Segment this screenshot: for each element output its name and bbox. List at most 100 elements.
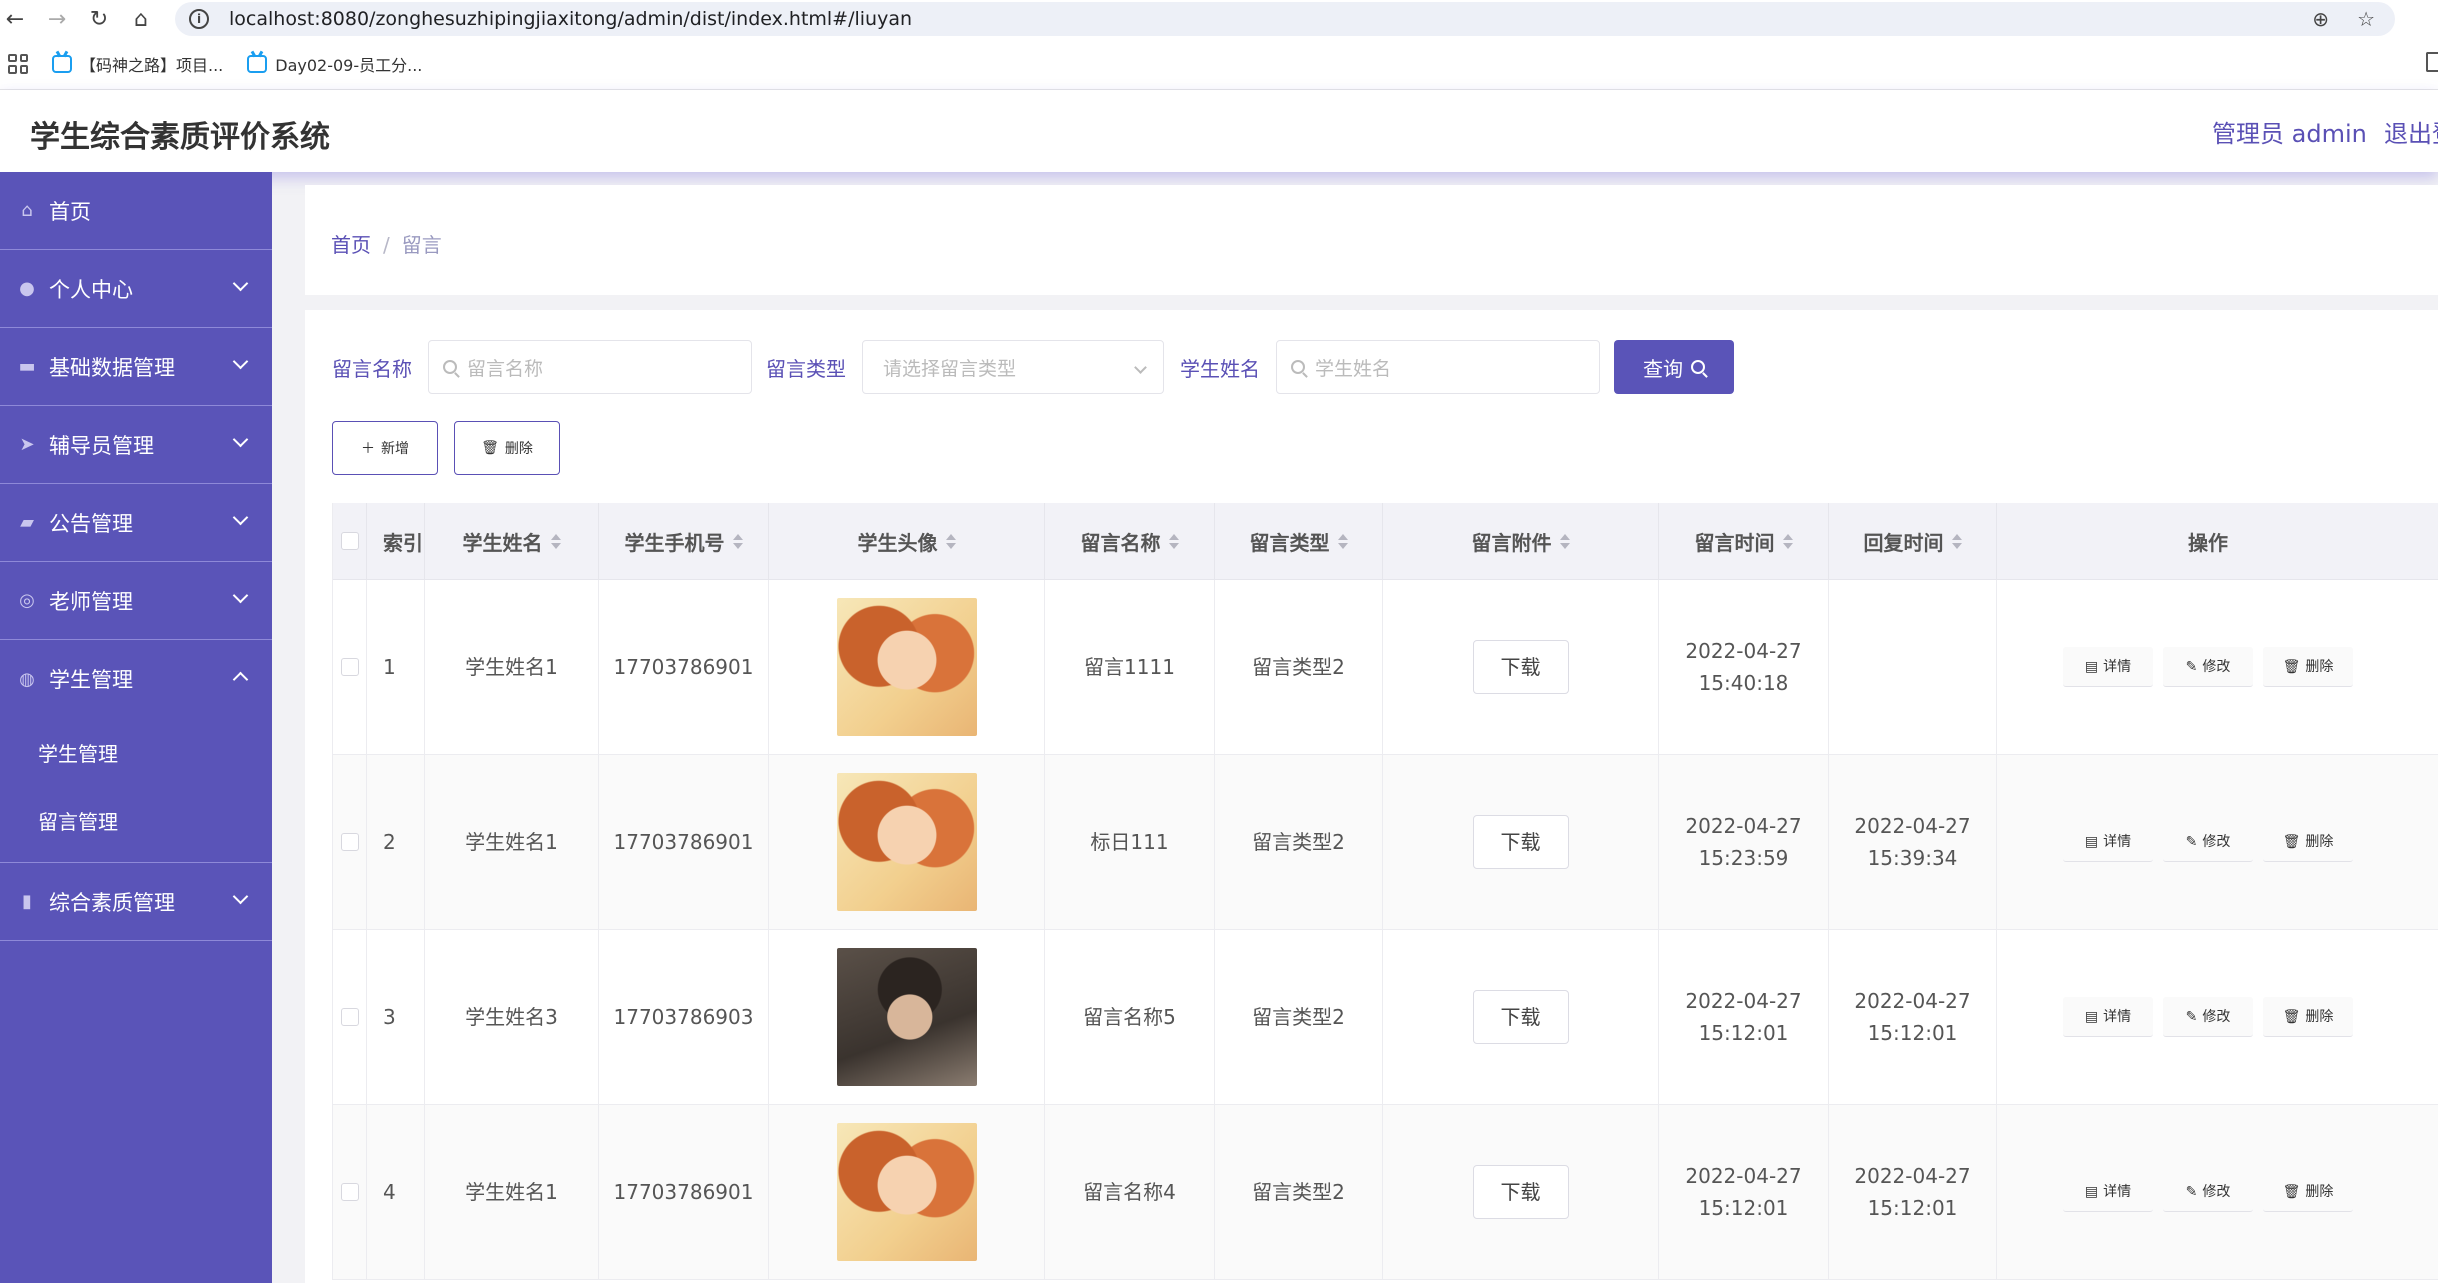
batch-delete-button[interactable]: 🗑 删除: [454, 421, 560, 475]
download-button[interactable]: 下载: [1472, 1165, 1569, 1219]
header-student-name[interactable]: 学生姓名: [425, 503, 599, 579]
header-label: 留言类型: [1249, 530, 1330, 555]
download-button[interactable]: 下载: [1472, 640, 1569, 694]
sidebar-item-home[interactable]: ⌂ 首页: [0, 172, 272, 250]
sort-icon[interactable]: [1559, 533, 1570, 549]
reply-time-text: 2022-04-27 15:12:01: [1854, 989, 1971, 1045]
message-name-placeholder: 留言名称: [467, 357, 544, 380]
cell-student-name: 学生姓名1: [425, 580, 599, 754]
message-type-placeholder: 请选择留言类型: [883, 357, 1017, 380]
edit-button[interactable]: ✎ 修改: [2163, 822, 2253, 862]
table-row[interactable]: 3 学生姓名3 17703786903 留言名称5 留言类型2 下载 2022-04-27 …: [333, 930, 2438, 1105]
cell-index: 3: [367, 930, 425, 1104]
delete-button[interactable]: 🗑 删除: [2263, 822, 2353, 862]
sidebar-item-teacher[interactable]: ◎ 老师管理: [0, 562, 272, 640]
breadcrumb-home[interactable]: 首页: [331, 233, 371, 257]
message-name-input[interactable]: 留言名称: [428, 340, 752, 394]
table-row[interactable]: 4 学生姓名1 17703786901 留言名称4 留言类型2 下载 2022-04-27 …: [333, 1105, 2438, 1280]
edit-button[interactable]: ✎ 修改: [2163, 997, 2253, 1037]
sort-icon[interactable]: [1337, 533, 1348, 549]
sidebar-subitem-student[interactable]: 学生管理: [0, 718, 272, 786]
bookmark-item[interactable]: Day02-09-员工分...: [247, 52, 422, 76]
sidebar-item-student[interactable]: ◍ 学生管理: [0, 640, 272, 718]
back-icon[interactable]: ←: [0, 4, 30, 34]
zoom-icon[interactable]: ⊕: [2312, 7, 2329, 31]
header-message-name[interactable]: 留言名称: [1045, 503, 1215, 579]
header-message-type[interactable]: 留言类型: [1215, 503, 1383, 579]
sidebar-item-notice[interactable]: ▰ 公告管理: [0, 484, 272, 562]
message-table: 索引 学生姓名 学生手机号 学生头像 留言名称 留言类型 留言附件 留言时间 回…: [332, 503, 2438, 1280]
cell-attachment: 下载: [1383, 580, 1659, 754]
table-row[interactable]: 1 学生姓名1 17703786901 留言1111 留言类型2 下载 2022-04-27…: [333, 580, 2438, 755]
sort-icon[interactable]: [1782, 533, 1793, 549]
bookmark-item[interactable]: 【码神之路】项目...: [52, 52, 223, 76]
row-checkbox[interactable]: [340, 1183, 359, 1201]
cell-message-time: 2022-04-27 15:40:18: [1659, 580, 1829, 754]
message-time-text: 2022-04-27 15:12:01: [1685, 1164, 1802, 1220]
reply-time-text: 2022-04-27 15:39:34: [1854, 814, 1971, 870]
sidebar-subitem-message[interactable]: 留言管理: [0, 786, 272, 854]
sidebar-item-personal-center[interactable]: ● 个人中心: [0, 250, 272, 328]
reload-icon[interactable]: ↻: [84, 4, 114, 34]
browser-toolbar: ← → ↻ ⌂ i localhost:8080/zonghesuzhiping…: [0, 0, 2438, 38]
detail-button[interactable]: ▤ 详情: [2063, 647, 2153, 687]
delete-button[interactable]: 🗑 删除: [2263, 647, 2353, 687]
edit-button[interactable]: ✎ 修改: [2163, 1172, 2253, 1212]
row-select-cell: [333, 755, 367, 929]
message-time-text: 2022-04-27 15:12:01: [1685, 989, 1802, 1045]
url-text[interactable]: localhost:8080/zonghesuzhipingjiaxitong/…: [229, 8, 912, 30]
header-reply-time[interactable]: 回复时间: [1829, 503, 1997, 579]
detail-button[interactable]: ▤ 详情: [2063, 1172, 2153, 1212]
header-label: 留言附件: [1471, 530, 1552, 555]
sort-icon[interactable]: [550, 533, 561, 549]
logout-link[interactable]: 退出登: [2384, 114, 2438, 149]
site-info-icon[interactable]: i: [189, 9, 209, 29]
download-button[interactable]: 下载: [1472, 815, 1569, 869]
trash-icon: 🗑: [2282, 1183, 2301, 1200]
delete-button[interactable]: 🗑 删除: [2263, 997, 2353, 1037]
chat-icon: ▬: [18, 356, 36, 377]
bookmark-star-icon[interactable]: ☆: [2357, 7, 2375, 31]
sidebar-item-quality[interactable]: ▮ 综合素质管理: [0, 863, 272, 941]
sort-icon[interactable]: [1168, 533, 1179, 549]
header-label: 留言名称: [1080, 530, 1161, 555]
cell-message-name: 标日111: [1045, 755, 1215, 929]
table-row[interactable]: 2 学生姓名1 17703786901 标日111 留言类型2 下载 2022-04-27 …: [333, 755, 2438, 930]
student-name-placeholder: 学生姓名: [1315, 357, 1392, 380]
cell-message-name: 留言1111: [1045, 580, 1215, 754]
row-checkbox[interactable]: [340, 833, 359, 851]
student-avatar-image[interactable]: [836, 948, 977, 1086]
student-name-input[interactable]: 学生姓名: [1276, 340, 1600, 394]
side-panel-icon[interactable]: [2426, 52, 2438, 72]
download-button[interactable]: 下载: [1472, 990, 1569, 1044]
delete-button[interactable]: 🗑 删除: [2263, 1172, 2353, 1212]
sidebar-item-counselor[interactable]: ➤ 辅导员管理: [0, 406, 272, 484]
forward-icon[interactable]: →: [42, 4, 72, 34]
detail-button[interactable]: ▤ 详情: [2063, 997, 2153, 1037]
query-button[interactable]: 查询: [1614, 340, 1734, 394]
student-avatar-image[interactable]: [836, 773, 977, 911]
header-phone[interactable]: 学生手机号: [599, 503, 769, 579]
sort-icon[interactable]: [945, 533, 956, 549]
cell-operations: ▤ 详情 ✎ 修改 🗑 删除: [1997, 930, 2419, 1104]
sidebar-item-basic-data[interactable]: ▬ 基础数据管理: [0, 328, 272, 406]
edit-button[interactable]: ✎ 修改: [2163, 647, 2253, 687]
select-all-checkbox[interactable]: [340, 532, 359, 550]
student-avatar-image[interactable]: [836, 1123, 977, 1261]
add-button[interactable]: ＋ 新增: [332, 421, 438, 475]
detail-button[interactable]: ▤ 详情: [2063, 822, 2153, 862]
student-avatar-image[interactable]: [836, 598, 977, 736]
header-avatar[interactable]: 学生头像: [769, 503, 1045, 579]
address-bar[interactable]: i localhost:8080/zonghesuzhipingjiaxiton…: [175, 2, 2395, 36]
search-form: 留言名称 留言名称 留言类型 请选择留言类型 学生姓名 学生姓名 查询: [332, 340, 1734, 394]
apps-grid-icon[interactable]: [8, 53, 28, 74]
sort-icon[interactable]: [732, 533, 743, 549]
row-checkbox[interactable]: [340, 658, 359, 676]
header-attachment[interactable]: 留言附件: [1383, 503, 1659, 579]
message-type-select[interactable]: 请选择留言类型: [862, 340, 1164, 394]
sort-icon[interactable]: [1951, 533, 1962, 549]
user-icon: ●: [19, 278, 35, 299]
home-page-icon[interactable]: ⌂: [126, 4, 156, 34]
row-checkbox[interactable]: [340, 1008, 359, 1026]
header-message-time[interactable]: 留言时间: [1659, 503, 1829, 579]
